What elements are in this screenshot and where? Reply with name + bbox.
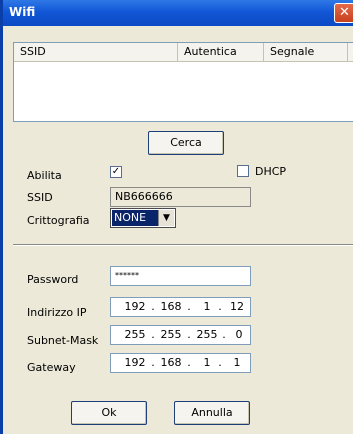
ssid-label: SSID: [27, 191, 53, 204]
dhcp-checkbox[interactable]: [237, 165, 249, 177]
check-icon: ✓: [111, 166, 121, 177]
mask-dot: .: [187, 328, 191, 341]
wifi-dialog: Wifi ✕ SSID Autentica Segnale Cerca Abil…: [0, 0, 353, 434]
dhcp-label: DHCP: [255, 165, 287, 178]
password-field[interactable]: ******: [110, 266, 251, 286]
gateway-octet-4[interactable]: 1: [223, 354, 251, 372]
group-divider-highlight: [13, 245, 353, 246]
mask-octet-1[interactable]: 255: [121, 326, 149, 344]
ip-address-label: Indirizzo IP: [27, 306, 87, 319]
column-header-ssid[interactable]: SSID: [14, 43, 178, 61]
ip-dot: .: [187, 300, 191, 313]
list-header: SSID Autentica Segnale: [14, 43, 353, 62]
encryption-select[interactable]: NONE ▼: [110, 208, 176, 228]
gateway-dot: .: [151, 356, 155, 369]
gateway-label: Gateway: [27, 361, 76, 374]
ssid-field[interactable]: NB666666: [110, 187, 251, 207]
search-button[interactable]: Cerca: [148, 131, 224, 155]
close-icon: ✕: [339, 5, 350, 20]
encryption-selected-value: NONE: [112, 210, 158, 226]
column-header-authentication[interactable]: Autentica: [178, 43, 264, 61]
ip-octet-2[interactable]: 168: [157, 298, 185, 316]
encryption-label: Crittografia: [27, 214, 90, 227]
ip-address-field[interactable]: 192 . 168 . 1 . 12: [110, 297, 251, 317]
enable-checkbox[interactable]: ✓: [110, 166, 122, 178]
column-header-signal[interactable]: Segnale: [264, 43, 348, 61]
mask-octet-2[interactable]: 255: [157, 326, 185, 344]
ok-button[interactable]: Ok: [71, 401, 147, 425]
title-bar[interactable]: Wifi ✕: [3, 0, 353, 26]
window-title: Wifi: [9, 5, 36, 19]
gateway-octet-2[interactable]: 168: [157, 354, 185, 372]
gateway-octet-1[interactable]: 192: [121, 354, 149, 372]
chevron-down-icon[interactable]: ▼: [158, 210, 174, 226]
ip-octet-4[interactable]: 12: [223, 298, 251, 316]
gateway-field[interactable]: 192 . 168 . 1 . 1: [110, 353, 251, 373]
mask-octet-3[interactable]: 255: [193, 326, 221, 344]
enable-label: Abilita: [27, 169, 62, 182]
network-list[interactable]: SSID Autentica Segnale: [13, 42, 353, 122]
column-header-extra[interactable]: [348, 43, 353, 61]
password-label: Password: [27, 273, 79, 286]
subnet-mask-label: Subnet-Mask: [27, 334, 99, 347]
gateway-dot: .: [187, 356, 191, 369]
cancel-button[interactable]: Annulla: [174, 401, 250, 425]
close-button[interactable]: ✕: [334, 3, 353, 23]
ip-dot: .: [151, 300, 155, 313]
subnet-mask-field[interactable]: 255 . 255 . 255 . 0: [110, 325, 251, 345]
mask-dot: .: [151, 328, 155, 341]
ip-octet-1[interactable]: 192: [121, 298, 149, 316]
mask-octet-4[interactable]: 0: [225, 326, 253, 344]
